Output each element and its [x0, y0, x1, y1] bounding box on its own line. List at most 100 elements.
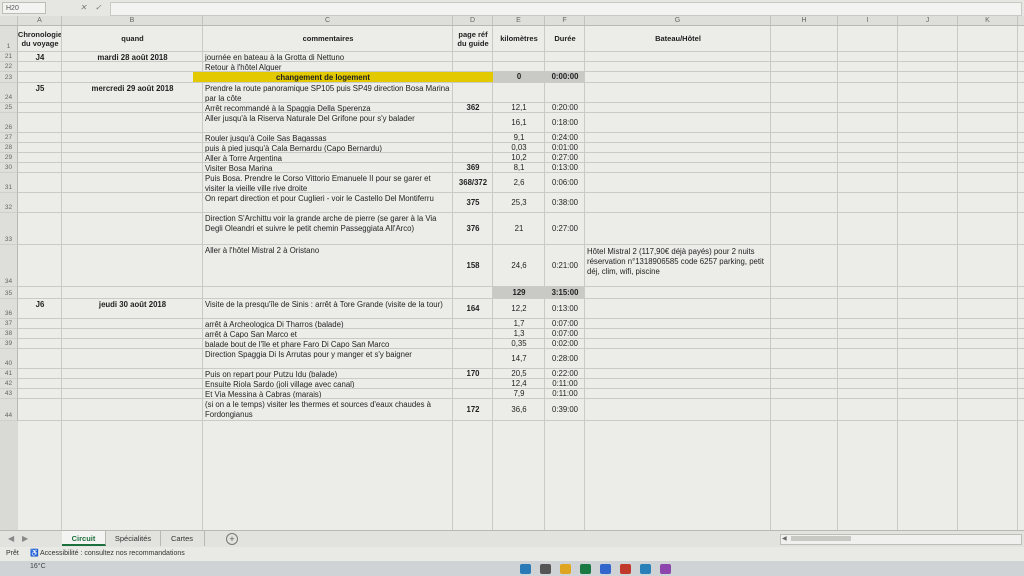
column-header-c[interactable]: C	[203, 16, 453, 26]
cell-e[interactable]: 24,6	[493, 245, 545, 286]
cell-a[interactable]	[18, 173, 62, 192]
cell-c[interactable]: Arrêt recommandé à la Spaggia Della Sper…	[203, 103, 453, 112]
cell-g[interactable]	[585, 103, 771, 112]
cell-b[interactable]	[62, 163, 203, 172]
row-header[interactable]: 30	[0, 163, 18, 173]
cell-d[interactable]	[453, 339, 493, 348]
cell-e[interactable]	[493, 83, 545, 102]
cell-d[interactable]	[453, 379, 493, 388]
cell-c[interactable]: Aller jusqu'à la Riserva Naturale Del Gr…	[203, 113, 453, 132]
header-duree[interactable]: Durée	[545, 26, 585, 51]
cell-c[interactable]: Direction S'Archittu voir la grande arch…	[203, 213, 453, 244]
cell-b[interactable]	[62, 213, 203, 244]
cell-g[interactable]	[585, 379, 771, 388]
cell-a[interactable]	[18, 329, 62, 338]
cell-d[interactable]	[453, 349, 493, 368]
row-header[interactable]: 39	[0, 339, 18, 349]
row-header[interactable]: 22	[0, 62, 18, 72]
cell-e[interactable]: 129	[493, 287, 545, 298]
header-kilometres[interactable]: kilomètres	[493, 26, 545, 51]
cell-c[interactable]: Visite de la presqu'île de Sinis : arrêt…	[203, 299, 453, 318]
cell-f[interactable]: 0:13:00	[545, 299, 585, 318]
cell-g[interactable]	[585, 369, 771, 378]
cell-e[interactable]: 36,6	[493, 399, 545, 420]
cell-f[interactable]	[545, 52, 585, 61]
folder-icon[interactable]	[560, 564, 571, 574]
row-header[interactable]: 21	[0, 52, 18, 62]
cell-c[interactable]: Rouler jusqu'à Coile Sas Bagassas	[203, 133, 453, 142]
cell-f[interactable]: 0:24:00	[545, 133, 585, 142]
header-bateau-hotel[interactable]: Bateau/Hôtel	[585, 26, 771, 51]
cell-a[interactable]	[18, 143, 62, 152]
cell-g[interactable]	[585, 113, 771, 132]
cell-b[interactable]	[62, 389, 203, 398]
cell-b[interactable]	[62, 173, 203, 192]
cell-b[interactable]	[62, 329, 203, 338]
column-header-k[interactable]: K	[958, 16, 1018, 26]
cell-a[interactable]	[18, 399, 62, 420]
cell-a[interactable]	[18, 389, 62, 398]
cell-d[interactable]: 362	[453, 103, 493, 112]
cell-d[interactable]: 369	[453, 163, 493, 172]
cell-f[interactable]: 0:39:00	[545, 399, 585, 420]
cell-a[interactable]	[18, 103, 62, 112]
cell-e[interactable]: 20,5	[493, 369, 545, 378]
cell-c[interactable]: arrêt à Archeologica Di Tharros (balade)	[203, 319, 453, 328]
cell-c[interactable]: Prendre la route panoramique SP105 puis …	[203, 83, 453, 102]
cell-f[interactable]: 0:11:00	[545, 389, 585, 398]
cell-e[interactable]: 10,2	[493, 153, 545, 162]
cell-b[interactable]	[62, 245, 203, 286]
cell-e[interactable]: 0,03	[493, 143, 545, 152]
cell-a[interactable]	[18, 62, 62, 71]
cell-d[interactable]	[453, 72, 493, 82]
cell-c[interactable]: Ensuite Riola Sardo (joli village avec c…	[203, 379, 453, 388]
tab-prev-icon[interactable]: ◀	[8, 534, 14, 543]
cell-g[interactable]	[585, 173, 771, 192]
cell-c[interactable]	[203, 287, 453, 298]
header-quand[interactable]: quand	[62, 26, 203, 51]
cell-a[interactable]	[18, 113, 62, 132]
row-header[interactable]: 38	[0, 329, 18, 339]
cell-f[interactable]: 0:00:00	[545, 72, 585, 82]
cell-e[interactable]: 7,9	[493, 389, 545, 398]
cell-c[interactable]: Aller à Torre Argentina	[203, 153, 453, 162]
cell-b[interactable]	[62, 349, 203, 368]
tab-specialites[interactable]: Spécialités	[106, 531, 161, 546]
name-box[interactable]: H20	[2, 2, 46, 14]
cell-f[interactable]: 0:28:00	[545, 349, 585, 368]
cell-b[interactable]	[62, 287, 203, 298]
cell-a[interactable]: J4	[18, 52, 62, 61]
row-header[interactable]: 27	[0, 133, 18, 143]
browser-icon[interactable]	[600, 564, 611, 574]
cell-a[interactable]	[18, 213, 62, 244]
cell-e[interactable]: 0	[493, 72, 545, 82]
cell-g[interactable]	[585, 163, 771, 172]
cell-a[interactable]	[18, 349, 62, 368]
row-header[interactable]: 1	[0, 26, 18, 52]
cell-g[interactable]	[585, 193, 771, 212]
row-header[interactable]: 44	[0, 399, 18, 421]
cell-b[interactable]	[62, 369, 203, 378]
cell-e[interactable]: 21	[493, 213, 545, 244]
cell-g[interactable]	[585, 399, 771, 420]
cell-c[interactable]: Retour à l'hôtel Alguer	[203, 62, 453, 71]
cell-c[interactable]: puis à pied jusqu'à Cala Bernardu (Capo …	[203, 143, 453, 152]
row-header[interactable]: 31	[0, 173, 18, 193]
cell-f[interactable]: 0:21:00	[545, 245, 585, 286]
cell-c[interactable]: Et Via Messina à Cabras (marais)	[203, 389, 453, 398]
column-header-f[interactable]: F	[545, 16, 585, 26]
cell-e[interactable]: 2,6	[493, 173, 545, 192]
row-header[interactable]: 43	[0, 389, 18, 399]
cell-f[interactable]: 0:18:00	[545, 113, 585, 132]
cell-a[interactable]	[18, 245, 62, 286]
row-header[interactable]: 34	[0, 245, 18, 287]
cell-a[interactable]	[18, 163, 62, 172]
cell-g[interactable]	[585, 62, 771, 71]
cell-f[interactable]: 3:15:00	[545, 287, 585, 298]
cell-d[interactable]	[453, 153, 493, 162]
cell-d[interactable]	[453, 83, 493, 102]
cell-g[interactable]	[585, 52, 771, 61]
cell-f[interactable]: 0:11:00	[545, 379, 585, 388]
cell-e[interactable]: 12,4	[493, 379, 545, 388]
cell-b[interactable]	[62, 399, 203, 420]
